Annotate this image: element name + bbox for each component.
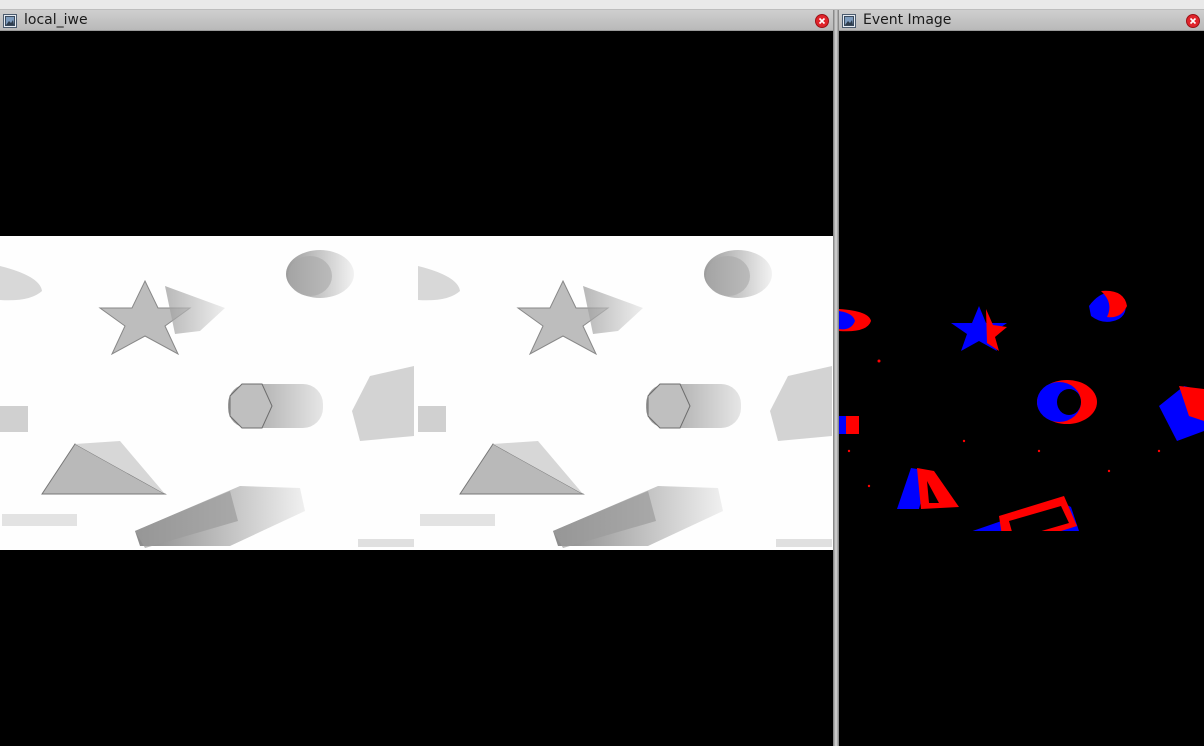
close-button[interactable] xyxy=(1186,13,1200,28)
window-title: local_iwe xyxy=(24,12,88,28)
iwe-image xyxy=(0,236,833,550)
window-title: Event Image xyxy=(863,12,952,28)
local-iwe-titlebar[interactable]: local_iwe xyxy=(0,10,833,31)
event-image-titlebar[interactable]: Event Image xyxy=(839,10,1204,31)
window-icon xyxy=(842,13,856,28)
local-iwe-canvas xyxy=(0,31,833,746)
event-image-window: Event Image xyxy=(839,10,1204,746)
event-image-canvas xyxy=(839,31,1204,746)
local-iwe-window: local_iwe xyxy=(0,10,833,746)
close-icon xyxy=(815,14,829,28)
event-image xyxy=(839,281,1204,531)
close-icon xyxy=(1186,14,1200,28)
window-icon xyxy=(3,13,17,28)
close-button[interactable] xyxy=(815,13,829,28)
top-edge-strip xyxy=(0,0,1204,10)
